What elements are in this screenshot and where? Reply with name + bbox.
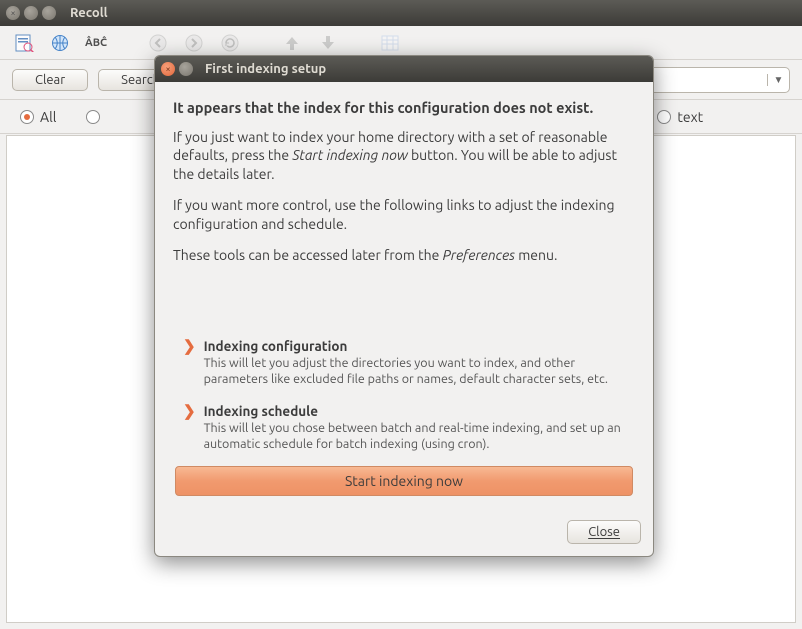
document-icon[interactable] xyxy=(12,33,36,53)
dialog-close-icon[interactable]: × xyxy=(161,62,175,76)
link-desc: This will let you chose between batch an… xyxy=(204,420,635,453)
abc-icon[interactable]: ÂBĈ xyxy=(84,33,108,53)
dialog-para1: If you just want to index your home dire… xyxy=(173,128,635,185)
reload-icon[interactable] xyxy=(218,33,242,53)
globe-icon[interactable] xyxy=(48,33,72,53)
dialog-minimize-icon[interactable] xyxy=(179,62,193,76)
link-title: Indexing configuration xyxy=(204,337,635,355)
chevron-right-icon: ❯ xyxy=(183,338,196,388)
dialog-para3: These tools can be accessed later from t… xyxy=(173,246,635,265)
window-title: Recoll xyxy=(70,6,108,20)
radio-text[interactable]: text xyxy=(657,109,703,125)
radio-label: All xyxy=(40,109,56,125)
link-desc: This will let you adjust the directories… xyxy=(204,355,635,388)
up-icon[interactable] xyxy=(280,33,304,53)
radio-label: text xyxy=(677,109,703,125)
table-icon[interactable] xyxy=(378,33,402,53)
chevron-down-icon[interactable]: ▼ xyxy=(767,74,789,86)
dialog-title: First indexing setup xyxy=(205,62,326,76)
radio-all[interactable]: All xyxy=(20,109,56,125)
dialog-heading: It appears that the index for this confi… xyxy=(173,98,635,118)
radio-dot-icon xyxy=(657,110,671,124)
clear-button[interactable]: Clear xyxy=(12,69,88,91)
link-title: Indexing schedule xyxy=(204,402,635,420)
down-icon[interactable] xyxy=(316,33,340,53)
window-minimize-icon[interactable] xyxy=(24,6,38,20)
back-icon[interactable] xyxy=(146,33,170,53)
link-indexing-configuration[interactable]: ❯ Indexing configuration This will let y… xyxy=(183,337,635,388)
first-indexing-dialog: × First indexing setup It appears that t… xyxy=(154,55,654,557)
dialog-body: It appears that the index for this confi… xyxy=(155,82,653,516)
start-indexing-button[interactable]: Start indexing now xyxy=(175,466,633,496)
dialog-titlebar: × First indexing setup xyxy=(155,56,653,82)
chevron-right-icon: ❯ xyxy=(183,403,196,453)
radio-dot-icon xyxy=(20,110,34,124)
dialog-footer: Close xyxy=(155,516,653,556)
window-titlebar: × Recoll xyxy=(0,0,802,26)
radio-media[interactable] xyxy=(86,110,106,124)
link-indexing-schedule[interactable]: ❯ Indexing schedule This will let you ch… xyxy=(183,402,635,453)
forward-icon[interactable] xyxy=(182,33,206,53)
close-button[interactable]: Close xyxy=(567,520,641,544)
radio-dot-icon xyxy=(86,110,100,124)
window-maximize-icon[interactable] xyxy=(42,6,56,20)
window-close-icon[interactable]: × xyxy=(6,6,20,20)
dialog-para2: If you want more control, use the follow… xyxy=(173,196,635,234)
